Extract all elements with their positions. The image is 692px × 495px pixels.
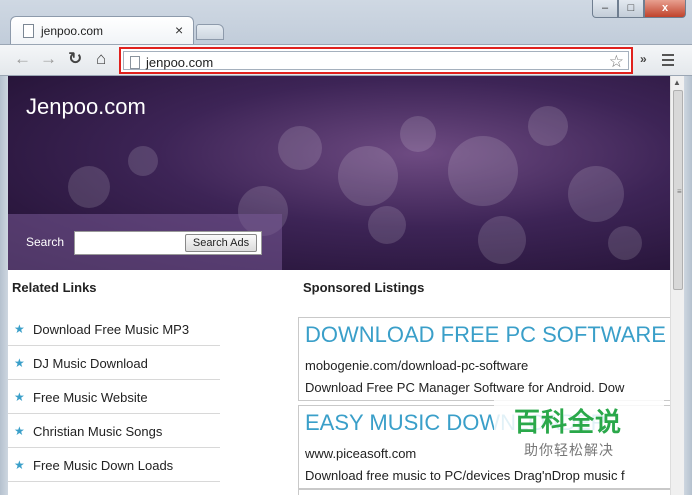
scrollbar-thumb[interactable]: ≡ xyxy=(673,90,683,290)
related-link-label[interactable]: Free Music Down Loads xyxy=(33,458,173,473)
search-panel: Search Search Ads xyxy=(8,214,282,270)
bokeh-circle xyxy=(448,136,518,206)
close-icon[interactable]: × xyxy=(175,22,183,38)
related-link-label[interactable]: Christian Music Songs xyxy=(33,424,162,439)
tab-title: jenpoo.com xyxy=(41,24,104,38)
page-icon xyxy=(130,56,140,69)
address-text[interactable]: jenpoo.com xyxy=(146,55,213,70)
star-bullet-icon: ★ xyxy=(14,322,25,336)
search-label: Search xyxy=(26,235,65,249)
forward-arrow-icon[interactable]: → xyxy=(40,49,57,69)
site-title: Jenpoo.com xyxy=(26,94,146,119)
star-bullet-icon: ★ xyxy=(14,356,25,370)
listing-description: Download free music to PC/devices Drag'n… xyxy=(305,468,625,483)
bokeh-circle xyxy=(68,166,110,208)
bokeh-circle xyxy=(568,166,624,222)
scroll-grip-icon: ≡ xyxy=(677,187,682,196)
list-item[interactable]: ★ Free Music Website xyxy=(8,380,220,414)
bokeh-circle xyxy=(278,126,322,170)
bokeh-circle xyxy=(338,146,398,206)
bokeh-circle xyxy=(608,226,642,260)
bokeh-circle xyxy=(528,106,568,146)
browser-toolbar: ← → ↻ ⌂ jenpoo.com ☆ » xyxy=(0,44,692,76)
related-link-label[interactable]: Download Free Music MP3 xyxy=(33,322,189,337)
new-tab-button[interactable] xyxy=(196,24,224,40)
page-icon xyxy=(23,24,34,38)
window-frame-left xyxy=(0,76,8,495)
sponsored-listing xyxy=(298,489,670,495)
address-bar-inner: jenpoo.com ☆ xyxy=(123,51,629,72)
list-item[interactable]: ★ Christian Music Songs xyxy=(8,414,220,448)
home-icon[interactable]: ⌂ xyxy=(96,49,106,69)
watermark-title: 百科全说 xyxy=(514,407,623,437)
maximize-button[interactable]: □ xyxy=(618,0,644,18)
bookmark-star-icon[interactable]: ☆ xyxy=(609,52,624,72)
list-item[interactable]: ★ Download Free Music MP3 xyxy=(8,312,220,346)
bokeh-circle xyxy=(368,206,406,244)
minimize-button[interactable]: – xyxy=(592,0,618,18)
site-banner: Jenpoo.com Search Search Ads xyxy=(8,76,670,270)
listing-description: Download Free PC Manager Software for An… xyxy=(305,380,625,395)
star-bullet-icon: ★ xyxy=(14,458,25,472)
bokeh-circle xyxy=(128,146,158,176)
related-link-label[interactable]: Free Music Website xyxy=(33,390,148,405)
window-controls: – □ x xyxy=(592,0,686,18)
sponsored-listing: DOWNLOAD FREE PC SOFTWARE mobogenie.com/… xyxy=(298,317,670,401)
back-arrow-icon[interactable]: ← xyxy=(14,49,31,69)
sponsored-listings-heading: Sponsored Listings xyxy=(303,280,425,295)
overflow-chevron-icon[interactable]: » xyxy=(640,52,647,66)
listing-headline-link[interactable]: DOWNLOAD FREE PC SOFTWARE xyxy=(305,322,666,348)
star-bullet-icon: ★ xyxy=(14,424,25,438)
menu-icon[interactable] xyxy=(662,54,674,69)
related-links-list: ★ Download Free Music MP3 ★ DJ Music Dow… xyxy=(8,312,220,482)
listing-url[interactable]: mobogenie.com/download-pc-software xyxy=(305,358,528,373)
listing-url[interactable]: www.piceasoft.com xyxy=(305,446,416,461)
reload-icon[interactable]: ↻ xyxy=(68,49,82,69)
scroll-up-arrow-icon[interactable]: ▲ xyxy=(673,78,681,87)
bokeh-circle xyxy=(400,116,436,152)
related-link-label[interactable]: DJ Music Download xyxy=(33,356,148,371)
bokeh-circle xyxy=(478,216,526,264)
watermark-subtitle: 助你轻松解决 xyxy=(524,442,614,458)
list-item[interactable]: ★ Free Music Down Loads xyxy=(8,448,220,482)
star-bullet-icon: ★ xyxy=(14,390,25,404)
watermark-logo: 百科全说 助你轻松解决 xyxy=(494,394,664,466)
window-frame-right xyxy=(684,76,692,495)
related-links-heading: Related Links xyxy=(12,280,97,295)
browser-tab[interactable]: jenpoo.com × xyxy=(10,16,194,44)
address-bar[interactable]: jenpoo.com ☆ xyxy=(119,47,633,74)
vertical-scrollbar[interactable]: ▲ ≡ xyxy=(670,76,684,495)
search-ads-button[interactable]: Search Ads xyxy=(185,234,257,252)
list-item[interactable]: ★ DJ Music Download xyxy=(8,346,220,380)
window-close-button[interactable]: x xyxy=(644,0,686,18)
